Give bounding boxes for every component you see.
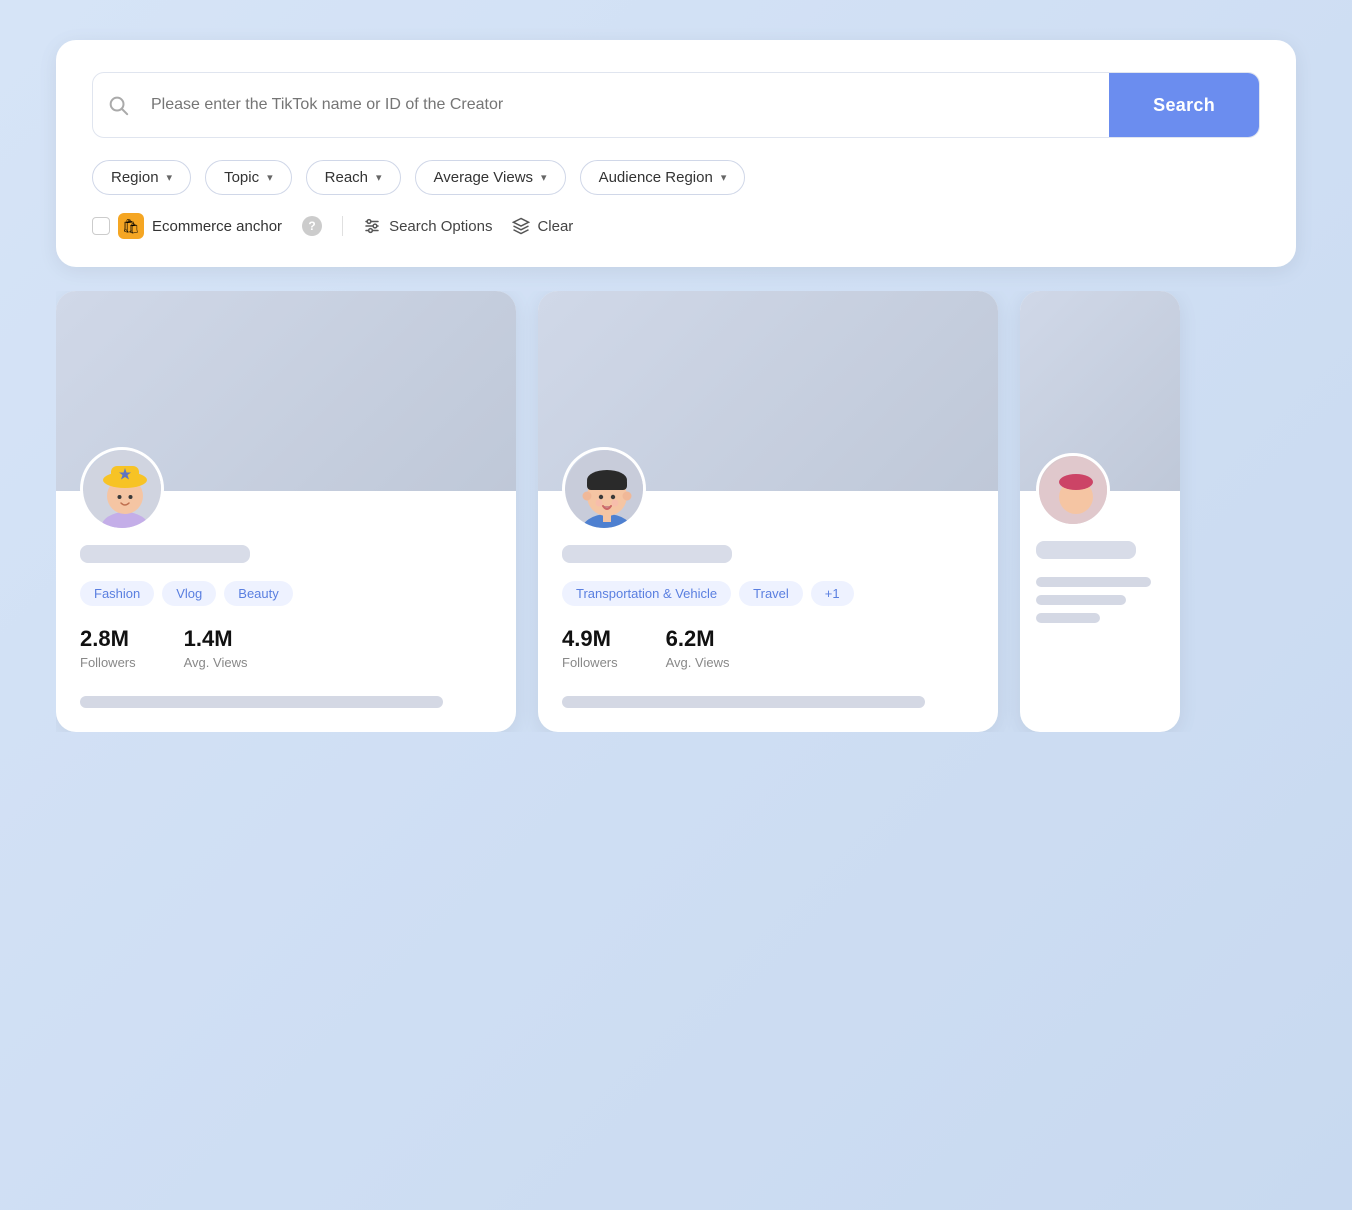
card-2-followers: 4.9M Followers <box>562 626 618 672</box>
options-divider <box>342 216 343 236</box>
clear-button[interactable]: Clear <box>512 217 573 235</box>
card-1-followers: 2.8M Followers <box>80 626 136 672</box>
ecommerce-checkbox[interactable] <box>92 217 110 235</box>
reach-chevron: ▾ <box>376 171 382 184</box>
card-1-avg-views: 1.4M Avg. Views <box>184 626 248 672</box>
card-2-bottom-bar <box>562 696 925 708</box>
search-button[interactable]: Search <box>1109 73 1259 137</box>
card-2-avg-views: 6.2M Avg. Views <box>666 626 730 672</box>
card-3-avatar <box>1036 453 1110 527</box>
card-2-followers-value: 4.9M <box>562 626 618 652</box>
clear-label: Clear <box>537 218 573 235</box>
cards-row: Fashion Vlog Beauty 2.8M Followers 1.4M … <box>56 291 1296 732</box>
search-input[interactable] <box>143 78 1109 132</box>
creator-card-1[interactable]: Fashion Vlog Beauty 2.8M Followers 1.4M … <box>56 291 516 732</box>
card-3-name <box>1036 541 1136 559</box>
main-container: Search Region ▾ Topic ▾ Reach ▾ Average … <box>56 40 1296 732</box>
avg-views-chevron: ▾ <box>541 171 547 184</box>
card-1-followers-label: Followers <box>80 655 136 670</box>
card-2-tags: Transportation & Vehicle Travel +1 <box>562 581 974 606</box>
filter-row: Region ▾ Topic ▾ Reach ▾ Average Views ▾… <box>92 160 1260 195</box>
card-1-stats: 2.8M Followers 1.4M Avg. Views <box>80 626 492 672</box>
card-2-avg-views-label: Avg. Views <box>666 655 730 670</box>
average-views-filter[interactable]: Average Views ▾ <box>415 160 566 195</box>
audience-region-label: Audience Region <box>599 169 713 186</box>
card-2-avg-views-value: 6.2M <box>666 626 730 652</box>
ecommerce-checkbox-wrap[interactable]: 🛍 Ecommerce anchor <box>92 213 282 239</box>
search-options-button[interactable]: Search Options <box>363 217 492 235</box>
avg-views-label: Average Views <box>434 169 534 186</box>
creator-card-3[interactable] <box>1020 291 1180 732</box>
card-2-avatar <box>562 447 646 531</box>
tag-vlog[interactable]: Vlog <box>162 581 216 606</box>
tag-plus1[interactable]: +1 <box>811 581 854 606</box>
reach-filter[interactable]: Reach ▾ <box>306 160 401 195</box>
audience-region-filter[interactable]: Audience Region ▾ <box>580 160 746 195</box>
card-2-body: Transportation & Vehicle Travel +1 4.9M … <box>538 447 998 732</box>
topic-filter[interactable]: Topic ▾ <box>205 160 292 195</box>
tag-transportation[interactable]: Transportation & Vehicle <box>562 581 731 606</box>
card-1-followers-value: 2.8M <box>80 626 136 652</box>
region-label: Region <box>111 169 159 186</box>
ecommerce-bag-icon: 🛍 <box>118 213 144 239</box>
topic-label: Topic <box>224 169 259 186</box>
tag-fashion[interactable]: Fashion <box>80 581 154 606</box>
card-2-followers-label: Followers <box>562 655 618 670</box>
card-1-body: Fashion Vlog Beauty 2.8M Followers 1.4M … <box>56 447 516 732</box>
card-2-name <box>562 545 732 563</box>
search-icon <box>93 94 143 116</box>
topic-chevron: ▾ <box>267 171 273 184</box>
card-2-stats: 4.9M Followers 6.2M Avg. Views <box>562 626 974 672</box>
search-row: Search <box>92 72 1260 138</box>
tag-travel[interactable]: Travel <box>739 581 803 606</box>
card-1-avg-views-value: 1.4M <box>184 626 248 652</box>
ecommerce-label: Ecommerce anchor <box>152 218 282 235</box>
card-3-tag-bars <box>1036 577 1164 623</box>
card-3-body <box>1020 453 1180 651</box>
tag-beauty[interactable]: Beauty <box>224 581 292 606</box>
card-1-avatar <box>80 447 164 531</box>
card-1-name <box>80 545 250 563</box>
help-icon[interactable]: ? <box>302 216 322 236</box>
reach-label: Reach <box>325 169 368 186</box>
audience-region-chevron: ▾ <box>721 171 727 184</box>
card-1-tags: Fashion Vlog Beauty <box>80 581 492 606</box>
region-chevron: ▾ <box>167 171 173 184</box>
card-1-bottom-bar <box>80 696 443 708</box>
search-panel: Search Region ▾ Topic ▾ Reach ▾ Average … <box>56 40 1296 267</box>
region-filter[interactable]: Region ▾ <box>92 160 191 195</box>
search-options-label: Search Options <box>389 218 492 235</box>
options-row: 🛍 Ecommerce anchor ? Search Options <box>92 213 1260 239</box>
card-1-avg-views-label: Avg. Views <box>184 655 248 670</box>
creator-card-2[interactable]: Transportation & Vehicle Travel +1 4.9M … <box>538 291 998 732</box>
